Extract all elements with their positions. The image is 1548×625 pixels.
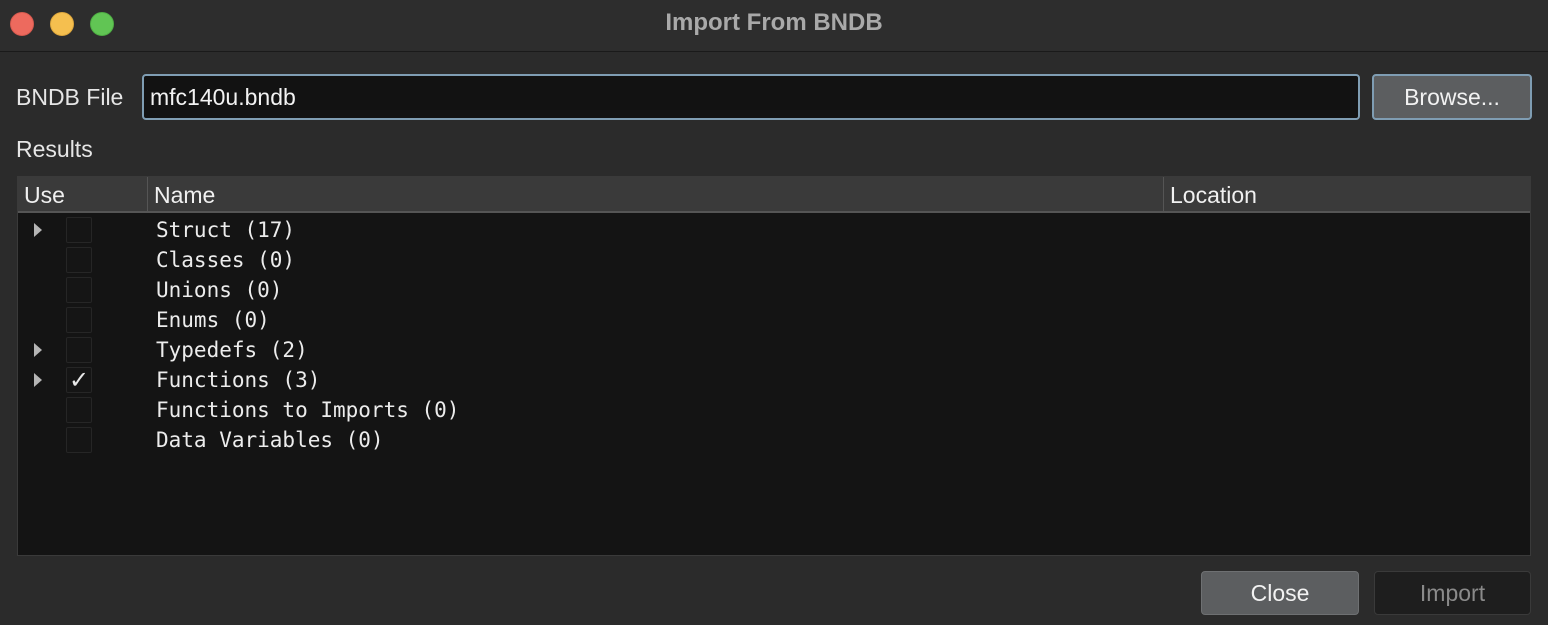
use-checkbox[interactable] <box>66 247 92 273</box>
bndb-file-input[interactable] <box>142 74 1360 120</box>
results-label: Results <box>16 136 93 162</box>
browse-button[interactable]: Browse... <box>1372 74 1532 120</box>
row-name: Unions (0) <box>156 278 283 302</box>
import-button[interactable]: Import <box>1374 571 1531 615</box>
results-table[interactable]: Use Name Location Struct (17) Classes (0)… <box>17 176 1531 556</box>
table-row[interactable]: Struct (17) <box>18 215 1530 245</box>
column-header-name[interactable]: Name <box>148 177 1164 211</box>
title-bar: Import From BNDB <box>0 0 1548 52</box>
use-checkbox[interactable]: ✓ <box>66 367 92 393</box>
column-header-use[interactable]: Use <box>18 177 148 211</box>
row-name: Functions to Imports (0) <box>156 398 460 422</box>
table-row[interactable]: Functions to Imports (0) <box>18 395 1530 425</box>
use-checkbox[interactable] <box>66 337 92 363</box>
close-button[interactable]: Close <box>1201 571 1359 615</box>
use-checkbox[interactable] <box>66 307 92 333</box>
row-name: Classes (0) <box>156 248 296 272</box>
row-name: Data Variables (0) <box>156 428 384 452</box>
row-name: Typedefs (2) <box>156 338 308 362</box>
bndb-file-label: BNDB File <box>16 84 124 110</box>
expand-arrow-icon[interactable] <box>34 223 42 237</box>
row-name: Enums (0) <box>156 308 270 332</box>
row-name: Functions (3) <box>156 368 321 392</box>
use-checkbox[interactable] <box>66 427 92 453</box>
row-name: Struct (17) <box>156 218 296 242</box>
column-header-location[interactable]: Location <box>1164 177 1530 211</box>
use-checkbox[interactable] <box>66 397 92 423</box>
expand-arrow-icon[interactable] <box>34 373 42 387</box>
table-row[interactable]: Data Variables (0) <box>18 425 1530 455</box>
table-row[interactable]: Unions (0) <box>18 275 1530 305</box>
table-row[interactable]: Typedefs (2) <box>18 335 1530 365</box>
expand-arrow-icon[interactable] <box>34 343 42 357</box>
window-title: Import From BNDB <box>665 9 883 36</box>
use-checkbox[interactable] <box>66 277 92 303</box>
table-row[interactable]: ✓ Functions (3) <box>18 365 1530 395</box>
table-header: Use Name Location <box>18 177 1530 213</box>
use-checkbox[interactable] <box>66 217 92 243</box>
table-row[interactable]: Enums (0) <box>18 305 1530 335</box>
table-row[interactable]: Classes (0) <box>18 245 1530 275</box>
